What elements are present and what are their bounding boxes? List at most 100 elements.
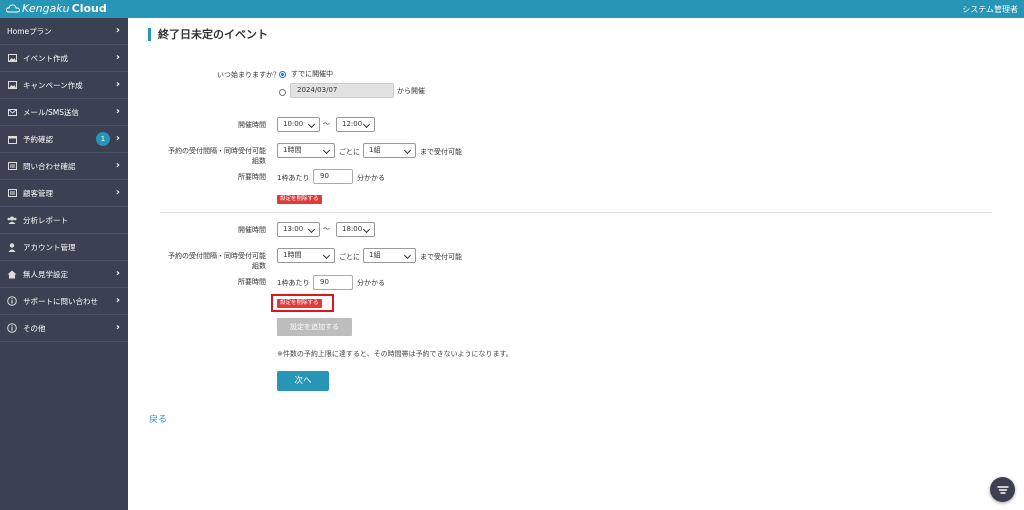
interval-label-line1: 予約の受付間隔・同時受付可能 xyxy=(168,147,266,155)
groups-select[interactable]: 1組 xyxy=(363,248,416,263)
info-icon xyxy=(7,323,17,333)
filter-lines-icon xyxy=(996,485,1009,494)
sidebar-item-other[interactable]: その他 › xyxy=(0,315,128,342)
image-icon xyxy=(7,53,17,63)
chevron-right-icon: › xyxy=(115,133,120,144)
limit-note: ※件数の予約上限に達すると、その時間帯は予約できないようになります。 xyxy=(277,350,513,358)
info-icon xyxy=(7,296,17,306)
chevron-right-icon: › xyxy=(115,187,120,198)
notification-badge: 1 xyxy=(96,132,110,146)
logo-text-kengaku: Kengaku xyxy=(22,2,70,15)
filter-menu-button[interactable] xyxy=(990,477,1015,502)
chevron-right-icon: › xyxy=(115,268,120,279)
accept-text: まで受付可能 xyxy=(420,253,462,261)
image-icon xyxy=(7,80,17,90)
next-button[interactable]: 次へ xyxy=(277,371,329,391)
user-icon xyxy=(7,242,17,252)
duration-label: 所要時間 xyxy=(238,173,266,181)
sidebar-item-label: アカウント管理 xyxy=(23,242,76,252)
chevron-right-icon: › xyxy=(115,160,120,171)
end-time-select[interactable]: 18:00 xyxy=(336,222,375,237)
chevron-right-icon: › xyxy=(115,322,120,333)
chevron-right-icon: › xyxy=(115,295,120,306)
current-user[interactable]: システム管理者 xyxy=(962,4,1018,15)
sidebar-item-mail-sms[interactable]: メール/SMS送信 › xyxy=(0,99,128,126)
sidebar-item-label: その他 xyxy=(23,323,46,333)
main-content: 終了日未定のイベント いつ始まりますか？ すでに開催中 2024/03/07 か… xyxy=(128,18,1024,510)
interval-label: 予約の受付間隔・同時受付可能組数 xyxy=(140,146,266,166)
start-question-label: いつ始まりますか？ xyxy=(217,71,280,79)
sidebar: Homeプラン › イベント作成 › キャンペーン作成 › メール/SMS送信 … xyxy=(0,18,128,510)
per-slot-text: 1枠あたり xyxy=(277,279,310,287)
per-slot-text: 1枠あたり xyxy=(277,174,310,182)
sidebar-item-analytics[interactable]: 分析レポート xyxy=(0,207,128,234)
top-bar: Kengaku Cloud システム管理者 xyxy=(0,0,1024,18)
duration-label: 所要時間 xyxy=(238,278,266,286)
cloud-logo-icon xyxy=(6,4,20,13)
chevron-right-icon: › xyxy=(115,52,120,63)
sidebar-item-account[interactable]: アカウント管理 xyxy=(0,234,128,261)
logo[interactable]: Kengaku Cloud xyxy=(6,2,107,15)
radio-already-open[interactable] xyxy=(279,71,286,78)
sidebar-item-unmanned-tour[interactable]: 無人見学設定 › xyxy=(0,261,128,288)
start-date-input[interactable]: 2024/03/07 xyxy=(290,83,394,98)
list-icon xyxy=(7,188,17,198)
sidebar-item-campaign-create[interactable]: キャンペーン作成 › xyxy=(0,72,128,99)
sidebar-item-event-create[interactable]: イベント作成 › xyxy=(0,45,128,72)
start-time-select[interactable]: 13:00 xyxy=(277,222,320,237)
interval-select[interactable]: 1時間 xyxy=(277,143,335,158)
accept-text: まで受付可能 xyxy=(420,148,462,156)
users-icon xyxy=(7,215,17,225)
list-icon xyxy=(7,161,17,171)
duration-suffix: 分かかる xyxy=(357,174,385,182)
sidebar-item-label: サポートに問い合わせ xyxy=(23,296,98,306)
sidebar-item-support[interactable]: サポートに問い合わせ › xyxy=(0,288,128,315)
logo-text-cloud: Cloud xyxy=(71,2,107,15)
time-range-tilde: 〜 xyxy=(323,225,330,233)
per-text: ごとに xyxy=(339,148,360,156)
delete-setting-button[interactable]: 設定を削除する xyxy=(277,299,322,308)
per-text: ごとに xyxy=(339,253,360,261)
chevron-right-icon: › xyxy=(115,25,120,36)
sidebar-item-customers[interactable]: 顧客管理 › xyxy=(0,180,128,207)
sidebar-item-reservations[interactable]: 予約確認 1 › xyxy=(0,126,128,153)
duration-input[interactable]: 90 xyxy=(313,275,353,290)
add-setting-button[interactable]: 設定を追加する xyxy=(277,318,352,336)
start-date-suffix: から開催 xyxy=(397,87,425,95)
sidebar-item-label: メール/SMS送信 xyxy=(23,107,80,117)
sidebar-item-label: 無人見学設定 xyxy=(23,269,68,279)
chevron-right-icon: › xyxy=(115,79,120,90)
groups-select[interactable]: 1組 xyxy=(363,143,416,158)
interval-label-line2: 組数 xyxy=(252,157,266,165)
sidebar-item-inquiries[interactable]: 問い合わせ確認 › xyxy=(0,153,128,180)
duration-input[interactable]: 90 xyxy=(313,169,353,184)
open-time-label: 開催時間 xyxy=(238,121,266,129)
interval-label: 予約の受付間隔・同時受付可能組数 xyxy=(140,251,266,271)
sidebar-item-home-plan[interactable]: Homeプラン › xyxy=(0,18,128,45)
time-range-tilde: 〜 xyxy=(323,120,330,128)
sidebar-item-label: キャンペーン作成 xyxy=(23,80,83,90)
duration-suffix: 分かかる xyxy=(357,279,385,287)
sidebar-item-label: 顧客管理 xyxy=(23,188,53,198)
sidebar-item-label: 予約確認 xyxy=(23,134,53,144)
delete-setting-button[interactable]: 設定を削除する xyxy=(277,195,322,204)
calendar-icon xyxy=(7,134,17,144)
open-time-label: 開催時間 xyxy=(238,226,266,234)
sidebar-item-label: 分析レポート xyxy=(23,215,68,225)
sidebar-item-label: 問い合わせ確認 xyxy=(23,161,76,171)
sidebar-item-label: イベント作成 xyxy=(23,53,68,63)
section-divider xyxy=(160,212,992,213)
chevron-right-icon: › xyxy=(115,106,120,117)
sidebar-item-label: Homeプラン xyxy=(7,26,52,36)
radio-start-date[interactable] xyxy=(279,89,286,96)
radio-already-open-label: すでに開催中 xyxy=(291,70,334,78)
back-link[interactable]: 戻る xyxy=(149,412,167,425)
end-time-select[interactable]: 12:00 xyxy=(336,117,375,132)
home-icon xyxy=(7,269,17,279)
interval-label-line2: 組数 xyxy=(252,262,266,270)
page-title: 終了日未定のイベント xyxy=(148,28,268,41)
start-time-select[interactable]: 10:00 xyxy=(277,117,320,132)
interval-select[interactable]: 1時間 xyxy=(277,248,335,263)
mail-icon xyxy=(7,107,17,117)
interval-label-line1: 予約の受付間隔・同時受付可能 xyxy=(168,252,266,260)
